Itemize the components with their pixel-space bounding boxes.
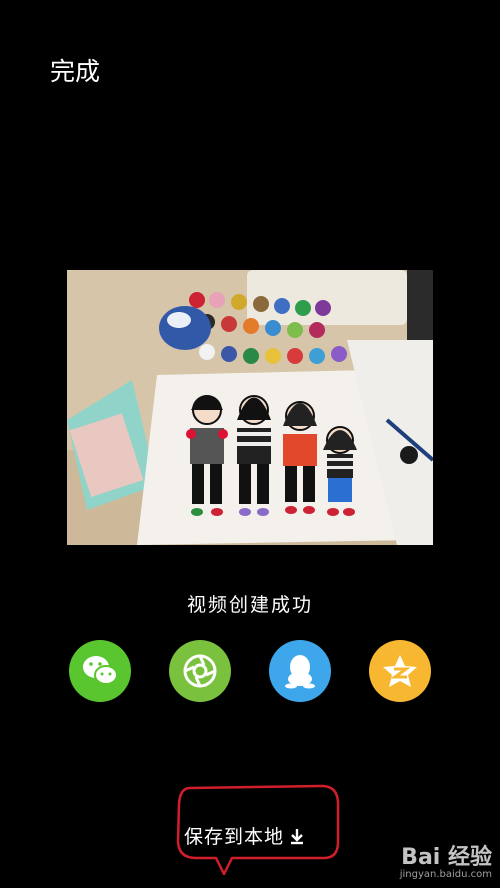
- download-icon: [291, 828, 304, 844]
- video-preview-image: [67, 270, 433, 545]
- done-button[interactable]: 完成: [50, 52, 100, 88]
- baidu-jingyan-watermark: Bai 经验 jingyan.baidu.com: [400, 839, 492, 880]
- save-to-local-button[interactable]: 保存到本地: [184, 822, 306, 849]
- share-wechat-button[interactable]: [69, 640, 131, 702]
- qq-icon: [285, 655, 315, 689]
- save-label-text: 保存到本地: [184, 826, 285, 848]
- qzone-icon: [383, 655, 417, 687]
- share-buttons-row: [0, 640, 500, 704]
- video-created-message: 视频创建成功: [186, 594, 313, 616]
- share-qq-button[interactable]: [269, 640, 331, 702]
- watermark-url: jingyan.baidu.com: [399, 869, 492, 880]
- wechat-icon: [83, 656, 118, 685]
- watermark-logo: Bai 经验: [401, 845, 492, 870]
- moments-icon: [183, 654, 217, 688]
- share-moments-button[interactable]: [169, 640, 231, 702]
- share-qzone-button[interactable]: [369, 640, 431, 702]
